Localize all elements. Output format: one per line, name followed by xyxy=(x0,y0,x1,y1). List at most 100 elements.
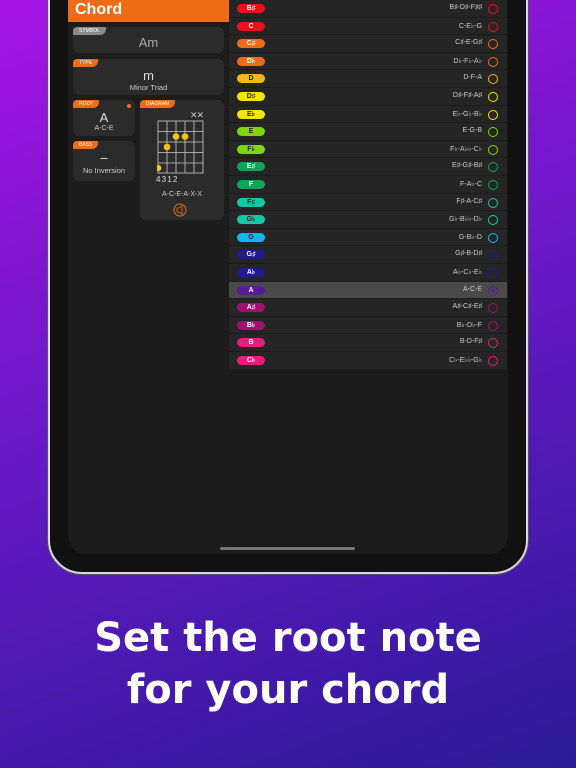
chord-notes: G-B♭-D xyxy=(458,233,482,241)
caption-line-2: for your chord xyxy=(126,667,450,713)
root-row[interactable]: B♯ B♯-D♯-F♯♯ xyxy=(229,0,507,18)
chord-notes: B-D-F♯ xyxy=(459,338,482,346)
root-pill: F xyxy=(237,180,265,189)
page-title: Chord xyxy=(68,0,229,22)
root-pill: G xyxy=(237,232,265,242)
root-pill: D♭ xyxy=(237,56,265,66)
root-row[interactable]: C♭ C♭-E♭♭-G♭ xyxy=(229,352,507,370)
radio-icon[interactable] xyxy=(488,74,498,85)
root-pill: B xyxy=(237,338,265,348)
diagram-notes: A-C-E-A-X-X xyxy=(161,191,203,198)
type-name: Minor Triad xyxy=(129,83,168,92)
radio-icon[interactable] xyxy=(488,21,498,32)
radio-icon[interactable] xyxy=(488,92,498,102)
root-row[interactable]: F♯ F♯-A-C♯ xyxy=(229,194,507,212)
radio-icon[interactable] xyxy=(488,338,498,349)
diagram-card[interactable]: DIAGRAM ✕✕ 4 3 1 2 A-C-E-A-X-X xyxy=(140,100,224,220)
root-row[interactable]: E♯ E♯-G♯-B♯ xyxy=(229,158,507,176)
root-pill: G♭ xyxy=(237,215,265,225)
chord-notes: C♭-E♭♭-G♭ xyxy=(448,357,482,364)
root-pill: F♭ xyxy=(237,144,265,154)
root-row[interactable]: G G-B♭-D xyxy=(229,229,507,247)
radio-icon[interactable] xyxy=(488,250,498,261)
fretboard-diagram xyxy=(157,120,204,174)
root-row[interactable]: A♭ A♭-C♭-E♭ xyxy=(229,264,507,282)
root-row[interactable]: D♯ D♯-F♯-A♯ xyxy=(229,88,507,106)
finger-numbers: 4 3 1 2 xyxy=(156,175,178,184)
type-card[interactable]: TYPE m Minor Triad xyxy=(73,59,224,95)
chord-notes: A♯-C♯-E♯ xyxy=(452,303,482,311)
chord-notes: C-E♭-G xyxy=(458,22,482,30)
chord-notes: F♯-A-C♯ xyxy=(456,197,482,205)
root-card[interactable]: ROOT A A-C-E xyxy=(73,100,135,136)
chord-sidebar: Chord SYMBOL Am TYPE m Minor Triad ROOT … xyxy=(68,0,229,554)
root-notes: A-C-E xyxy=(94,125,114,132)
root-row[interactable]: A A-C-E xyxy=(229,281,507,300)
marketing-caption: Set the root note for your chord xyxy=(0,612,576,716)
root-pill: E xyxy=(237,127,265,137)
active-dot-icon xyxy=(127,104,131,108)
type-label: TYPE xyxy=(73,59,99,67)
radio-icon[interactable] xyxy=(488,215,498,226)
radio-icon[interactable] xyxy=(488,180,498,190)
radio-icon[interactable] xyxy=(488,232,498,243)
radio-icon[interactable] xyxy=(488,303,498,314)
root-row[interactable]: F♭ F♭-A♭♭-C♭ xyxy=(229,141,507,159)
bass-card[interactable]: BASS – No Inversion xyxy=(73,141,135,181)
radio-icon[interactable] xyxy=(488,268,498,278)
root-note-list: B♯ B♯-D♯-F♯♯ C C-E♭-G C♯ C♯-E-G♯ D♭ D♭-F♭-A♭ D D-… xyxy=(229,0,507,370)
root-row[interactable]: D D-F-A xyxy=(229,70,507,88)
root-row[interactable]: E♭ E♭-G♭-B♭ xyxy=(229,106,507,124)
root-row[interactable]: F F-A♭-C xyxy=(229,176,507,194)
radio-icon[interactable] xyxy=(488,285,498,296)
root-pill: B♯ xyxy=(237,4,265,13)
root-pill: B♭ xyxy=(237,320,265,330)
root-pill: A♯ xyxy=(237,303,265,313)
chord-notes: B♭-D♭-F xyxy=(456,321,482,329)
radio-icon[interactable] xyxy=(488,127,498,138)
type-value: m xyxy=(143,68,154,83)
root-pill: C♯ xyxy=(237,39,265,49)
chord-notes: F♭-A♭♭-C♭ xyxy=(450,145,482,153)
symbol-card[interactable]: SYMBOL Am xyxy=(73,27,224,53)
app-screen: Chord SYMBOL Am TYPE m Minor Triad ROOT … xyxy=(68,0,508,554)
radio-icon[interactable] xyxy=(488,39,498,50)
radio-icon[interactable] xyxy=(488,144,498,155)
radio-icon[interactable] xyxy=(488,109,498,120)
root-row[interactable]: C C-E♭-G xyxy=(229,18,507,36)
chord-notes: E♭-G♭-B♭ xyxy=(452,110,482,118)
root-row[interactable]: D♭ D♭-F♭-A♭ xyxy=(229,53,507,71)
root-row[interactable]: A♯ A♯-C♯-E♯ xyxy=(229,299,507,317)
root-pill: A xyxy=(237,285,265,295)
chord-notes: A-C-E xyxy=(462,285,482,293)
radio-icon[interactable] xyxy=(488,320,498,331)
radio-icon[interactable] xyxy=(488,356,498,366)
root-row[interactable]: B B-D-F♯ xyxy=(229,334,507,352)
root-pill: C♭ xyxy=(237,356,265,365)
chord-notes: C♯-E-G♯ xyxy=(455,39,482,47)
root-row[interactable]: C♯ C♯-E-G♯ xyxy=(229,35,507,53)
root-pill: C xyxy=(237,21,265,31)
home-indicator[interactable] xyxy=(220,547,355,550)
symbol-value: Am xyxy=(138,35,159,50)
chord-notes: D♯-F♯-A♯ xyxy=(452,92,482,99)
root-pill: E♯ xyxy=(237,162,265,172)
root-row[interactable]: G♯ G♯-B-D♯ xyxy=(229,246,507,264)
sound-icon[interactable] xyxy=(173,203,187,217)
chord-notes: F-A♭-C xyxy=(460,181,482,188)
bass-label: BASS xyxy=(73,141,99,149)
root-row[interactable]: G♭ G♭-B♭♭-D♭ xyxy=(229,211,507,229)
chord-notes: A♭-C♭-E♭ xyxy=(453,269,482,276)
radio-icon[interactable] xyxy=(488,197,498,208)
chord-notes: B♯-D♯-F♯♯ xyxy=(449,4,482,11)
radio-icon[interactable] xyxy=(488,4,498,14)
diagram-label: DIAGRAM xyxy=(140,100,176,108)
bass-name: No Inversion xyxy=(82,166,126,175)
radio-icon[interactable] xyxy=(488,56,498,67)
root-row[interactable]: B♭ B♭-D♭-F xyxy=(229,317,507,335)
root-pill: F♯ xyxy=(237,197,265,207)
radio-icon[interactable] xyxy=(488,162,498,173)
chord-notes: D♭-F♭-A♭ xyxy=(453,57,482,65)
root-row[interactable]: E E-G-B xyxy=(229,123,507,141)
chord-notes: G♭-B♭♭-D♭ xyxy=(448,216,482,224)
